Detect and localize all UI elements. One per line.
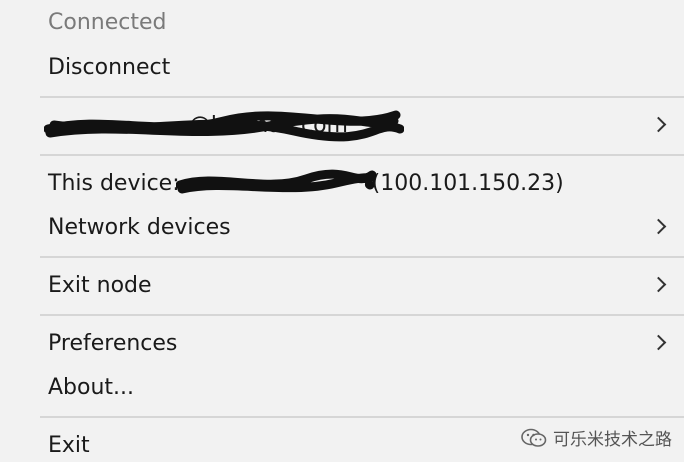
- menu-separator: [40, 416, 684, 418]
- chevron-right-icon: [650, 218, 667, 235]
- menu-separator: [40, 154, 684, 156]
- watermark-text: 可乐米技术之路: [553, 430, 672, 450]
- status-connected: Connected: [0, 0, 684, 44]
- chevron-right-icon: [650, 276, 667, 293]
- menu-separator: [40, 256, 684, 258]
- preferences-item[interactable]: Preferences: [0, 321, 684, 365]
- chevron-right-icon: [650, 334, 667, 351]
- device-ip: (100.101.150.23): [371, 170, 564, 196]
- menu-separator: [40, 314, 684, 316]
- watermark: 可乐米技术之路: [521, 425, 672, 450]
- preferences-label: Preferences: [48, 330, 178, 356]
- redacted-device-name: [175, 169, 376, 196]
- exit-node-label: Exit node: [48, 272, 152, 298]
- exit-node-item[interactable]: Exit node: [0, 263, 684, 307]
- context-menu: Connected Disconnect @hotmail.com This d…: [0, 0, 684, 462]
- redacted-account: @hotmail.com: [44, 110, 404, 141]
- menu-separator: [40, 96, 684, 98]
- about-label: About...: [48, 374, 135, 400]
- redaction-scribble: [175, 169, 376, 193]
- wechat-icon: [521, 428, 547, 447]
- chevron-right-icon: [650, 116, 667, 133]
- this-device-item: This device: (100.101.150.23): [0, 161, 684, 205]
- disconnect-label: Disconnect: [48, 54, 171, 80]
- network-devices-label: Network devices: [48, 214, 231, 240]
- status-label: Connected: [48, 9, 167, 35]
- account-menu-item[interactable]: @hotmail.com: [0, 103, 684, 147]
- exit-label: Exit: [48, 432, 90, 458]
- disconnect-menu-item[interactable]: Disconnect: [0, 45, 684, 89]
- network-devices-item[interactable]: Network devices: [0, 205, 684, 249]
- about-item[interactable]: About...: [0, 365, 684, 409]
- redaction-scribble: [44, 110, 404, 141]
- device-prefix: This device:: [48, 170, 180, 196]
